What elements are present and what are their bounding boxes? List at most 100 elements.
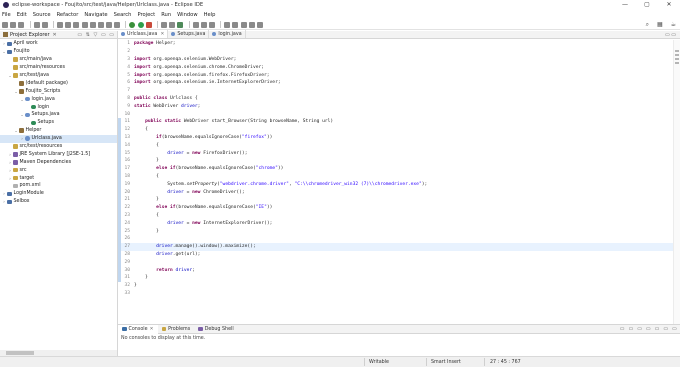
overview-marker[interactable] bbox=[675, 62, 679, 64]
editor-tab[interactable]: login.java bbox=[209, 30, 246, 38]
tree-expand-icon[interactable]: ⌄ bbox=[2, 49, 6, 54]
save-icon[interactable] bbox=[10, 21, 17, 28]
code-line[interactable]: 28 driver.get(url); bbox=[118, 250, 673, 259]
skip-breakpoints-icon[interactable] bbox=[56, 21, 63, 28]
tree-item[interactable]: src/main/resources bbox=[0, 64, 117, 72]
code-line[interactable]: 12 { bbox=[118, 125, 673, 134]
code-line[interactable]: 8 public class Urlclass { bbox=[118, 95, 673, 103]
new-java-project-icon[interactable] bbox=[161, 21, 167, 28]
close-button[interactable]: ✕ bbox=[658, 0, 680, 10]
suspend-icon[interactable] bbox=[73, 21, 80, 28]
menu-help[interactable]: Help bbox=[204, 12, 216, 18]
scrollbar-thumb[interactable] bbox=[6, 351, 34, 355]
menu-source[interactable]: Source bbox=[33, 12, 51, 18]
code-line[interactable]: 13 if(browseName.equalsIgnoreCase("firef… bbox=[118, 133, 673, 142]
code-line[interactable]: 19 System.setProperty("webdriver.chrome.… bbox=[118, 180, 673, 189]
menu-refactor[interactable]: Refactor bbox=[57, 12, 79, 18]
code-line[interactable]: 29 bbox=[118, 258, 673, 267]
search-icon[interactable]: ⌕ bbox=[646, 21, 649, 29]
open-type-icon[interactable] bbox=[192, 21, 199, 28]
editor-tab[interactable]: Urlclass.java ✕ bbox=[118, 30, 169, 38]
tree-item[interactable]: ⌄ src/test/java bbox=[0, 72, 117, 80]
menu-edit[interactable]: Edit bbox=[17, 12, 27, 18]
code-line[interactable]: 22 else if(browseName.equalsIgnoreCase("… bbox=[118, 203, 673, 212]
tree-item[interactable]: Setups bbox=[0, 119, 117, 127]
code-line[interactable]: 9 static WebDriver driver; bbox=[118, 102, 673, 110]
save-all-icon[interactable] bbox=[18, 21, 25, 28]
menu-navigate[interactable]: Navigate bbox=[84, 12, 107, 18]
code-line[interactable]: 20 driver = new ChromeDriver(); bbox=[118, 188, 673, 196]
tree-expand-icon[interactable]: › bbox=[2, 191, 6, 196]
code-line[interactable]: 14 { bbox=[118, 141, 673, 150]
new-icon[interactable] bbox=[2, 21, 8, 28]
tree-expand-icon[interactable]: › bbox=[8, 152, 12, 157]
tree-expand-icon[interactable]: › bbox=[2, 41, 6, 46]
code-line[interactable]: 25 } bbox=[118, 227, 673, 235]
code-line[interactable]: 16 } bbox=[118, 156, 673, 165]
console-tab[interactable]: Debug Shell bbox=[194, 325, 238, 334]
tree-item[interactable]: › Urlclass.java bbox=[0, 134, 117, 143]
tree-expand-icon[interactable]: ⌄ bbox=[8, 73, 12, 78]
code-line[interactable]: 6 import org.openqa.selenium.ie.InternetE… bbox=[118, 79, 673, 87]
tree-item[interactable]: ⌄ Setups.java bbox=[0, 111, 117, 119]
resume-icon[interactable] bbox=[65, 21, 72, 28]
toggle-mark-icon[interactable] bbox=[33, 21, 40, 28]
editor-tab[interactable]: Setups.java bbox=[168, 30, 210, 38]
tree-item[interactable]: src/main/java bbox=[0, 56, 117, 64]
code-line[interactable]: 2 bbox=[118, 48, 673, 56]
console-tools[interactable]: ▭ ▭ ▭ ▭ ▭ ▭ ▭ bbox=[620, 326, 678, 332]
menu-file[interactable]: File bbox=[2, 12, 11, 18]
new-class-icon[interactable] bbox=[177, 21, 184, 28]
editor-maximize-icon[interactable]: ▭ ▭ bbox=[665, 32, 676, 38]
tree-expand-icon[interactable]: › bbox=[2, 199, 6, 204]
step-into-icon[interactable] bbox=[97, 21, 104, 28]
search-toolbar-icon[interactable] bbox=[208, 21, 215, 28]
new-package-icon[interactable] bbox=[169, 21, 176, 28]
code-line[interactable]: 17 else if(browseName.equalsIgnoreCase("… bbox=[118, 164, 673, 173]
overview-marker[interactable] bbox=[675, 54, 679, 56]
menu-search[interactable]: Search bbox=[114, 12, 132, 18]
tree-expand-icon[interactable]: ⌄ bbox=[20, 112, 24, 117]
code-line[interactable]: 30 return driver; bbox=[118, 266, 673, 274]
java-perspective-icon[interactable]: ☕ bbox=[671, 21, 676, 29]
editor-overview-ruler[interactable] bbox=[673, 40, 680, 324]
code-line[interactable]: 33 bbox=[118, 290, 673, 298]
tree-item[interactable]: ⌄ Foujito bbox=[0, 48, 117, 56]
run-icon[interactable] bbox=[137, 21, 144, 28]
code-line[interactable]: 23 { bbox=[118, 211, 673, 220]
code-line[interactable]: 3 import org.openqa.selenium.WebDriver; bbox=[118, 56, 673, 64]
tree-item[interactable]: src/test/resources bbox=[0, 143, 117, 151]
tree-item[interactable]: login bbox=[0, 103, 117, 111]
console-tab[interactable]: Console ✕ bbox=[118, 324, 158, 334]
tree-item[interactable]: › JRE System Library [J2SE-1.5] bbox=[0, 150, 117, 158]
terminate-icon[interactable] bbox=[81, 21, 88, 28]
perspective-icon[interactable]: ▦ bbox=[657, 21, 663, 29]
code-line[interactable]: 10 bbox=[118, 110, 673, 118]
code-area[interactable]: 1 package Helper; 2 3 import org.openqa.sele… bbox=[118, 40, 673, 297]
overview-marker[interactable] bbox=[675, 50, 679, 52]
step-over-icon[interactable] bbox=[106, 21, 113, 28]
terminal-icon[interactable] bbox=[41, 21, 48, 28]
tree-item[interactable]: › April work bbox=[0, 40, 117, 48]
code-line[interactable]: 24 driver = new InternetExplorerDriver()… bbox=[118, 219, 673, 228]
minimize-button[interactable]: — bbox=[614, 0, 636, 10]
code-line[interactable]: 4 import org.openqa.selenium.chrome.Chrom… bbox=[118, 63, 673, 71]
tree-expand-icon[interactable]: › bbox=[8, 168, 12, 173]
code-line[interactable]: 21 } bbox=[118, 195, 673, 204]
tree-expand-icon[interactable]: › bbox=[8, 176, 12, 181]
tree-expand-icon[interactable]: ⌄ bbox=[14, 89, 18, 94]
code-line[interactable]: 32} bbox=[118, 282, 673, 290]
open-task-icon[interactable] bbox=[200, 21, 207, 28]
tree-item[interactable]: (default package) bbox=[0, 79, 117, 87]
tree-expand-icon[interactable]: › bbox=[20, 136, 24, 141]
tree-item[interactable]: pom.xml bbox=[0, 182, 117, 190]
code-line[interactable]: 18 { bbox=[118, 172, 673, 181]
tree-item[interactable]: ⌄ login.java bbox=[0, 95, 117, 103]
debug-icon[interactable] bbox=[129, 21, 136, 28]
tree-expand-icon[interactable]: › bbox=[8, 160, 12, 165]
code-line[interactable]: 7 bbox=[118, 87, 673, 95]
code-line[interactable]: 27 driver.manage().window().maximize(); bbox=[118, 242, 673, 251]
run-external-tools-icon[interactable] bbox=[145, 21, 152, 28]
tree-expand-icon[interactable]: ⌄ bbox=[20, 97, 24, 102]
last-edit-icon[interactable] bbox=[240, 21, 247, 28]
